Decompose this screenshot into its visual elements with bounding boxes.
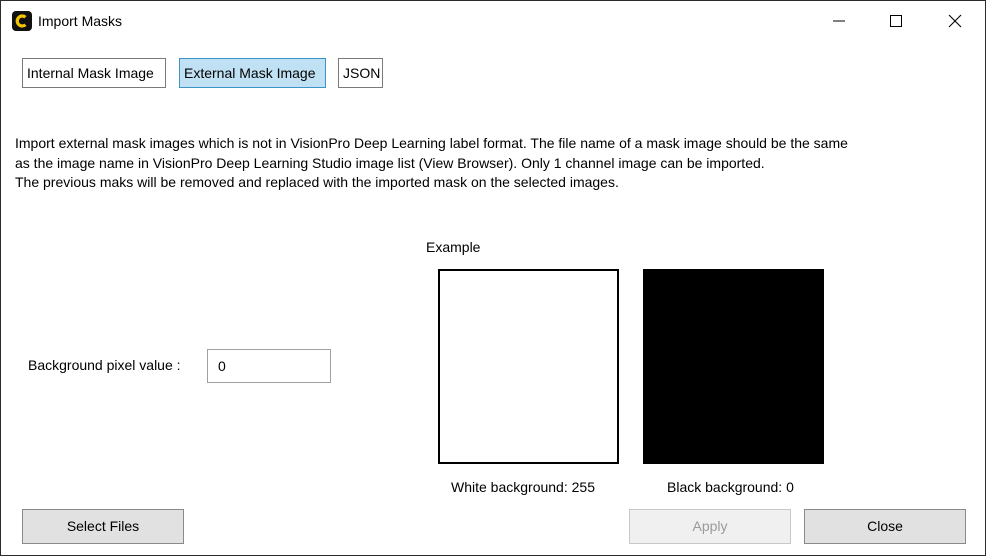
white-background-caption: White background: 255 xyxy=(451,479,595,495)
minimize-button[interactable] xyxy=(810,1,868,41)
maximize-button[interactable] xyxy=(867,1,925,41)
close-icon xyxy=(948,14,962,28)
import-masks-window: Import Masks Internal Mask Image Externa… xyxy=(0,0,986,556)
background-pixel-value-input[interactable] xyxy=(207,349,331,383)
black-background-example xyxy=(643,269,824,464)
close-window-button[interactable] xyxy=(926,1,984,41)
apply-button[interactable]: Apply xyxy=(629,509,791,544)
example-label: Example xyxy=(426,239,481,255)
background-pixel-value-label: Background pixel value : xyxy=(28,357,181,373)
maximize-icon xyxy=(890,15,902,27)
description-text: Import external mask images which is not… xyxy=(15,134,855,193)
window-title: Import Masks xyxy=(38,13,123,29)
title-bar[interactable]: Import Masks xyxy=(1,1,985,41)
tab-json[interactable]: JSON xyxy=(338,58,383,88)
description-line-1: Import external mask images which is not… xyxy=(15,135,848,171)
black-background-caption: Black background: 0 xyxy=(667,479,794,495)
select-files-button[interactable]: Select Files xyxy=(22,509,184,544)
tab-external-mask-image[interactable]: External Mask Image xyxy=(179,58,326,88)
app-logo-icon xyxy=(12,11,32,31)
tab-internal-mask-image[interactable]: Internal Mask Image xyxy=(22,58,166,88)
description-line-2: The previous maks will be removed and re… xyxy=(15,174,619,190)
white-background-example xyxy=(438,269,619,464)
minimize-icon xyxy=(833,20,845,22)
close-button[interactable]: Close xyxy=(804,509,966,544)
